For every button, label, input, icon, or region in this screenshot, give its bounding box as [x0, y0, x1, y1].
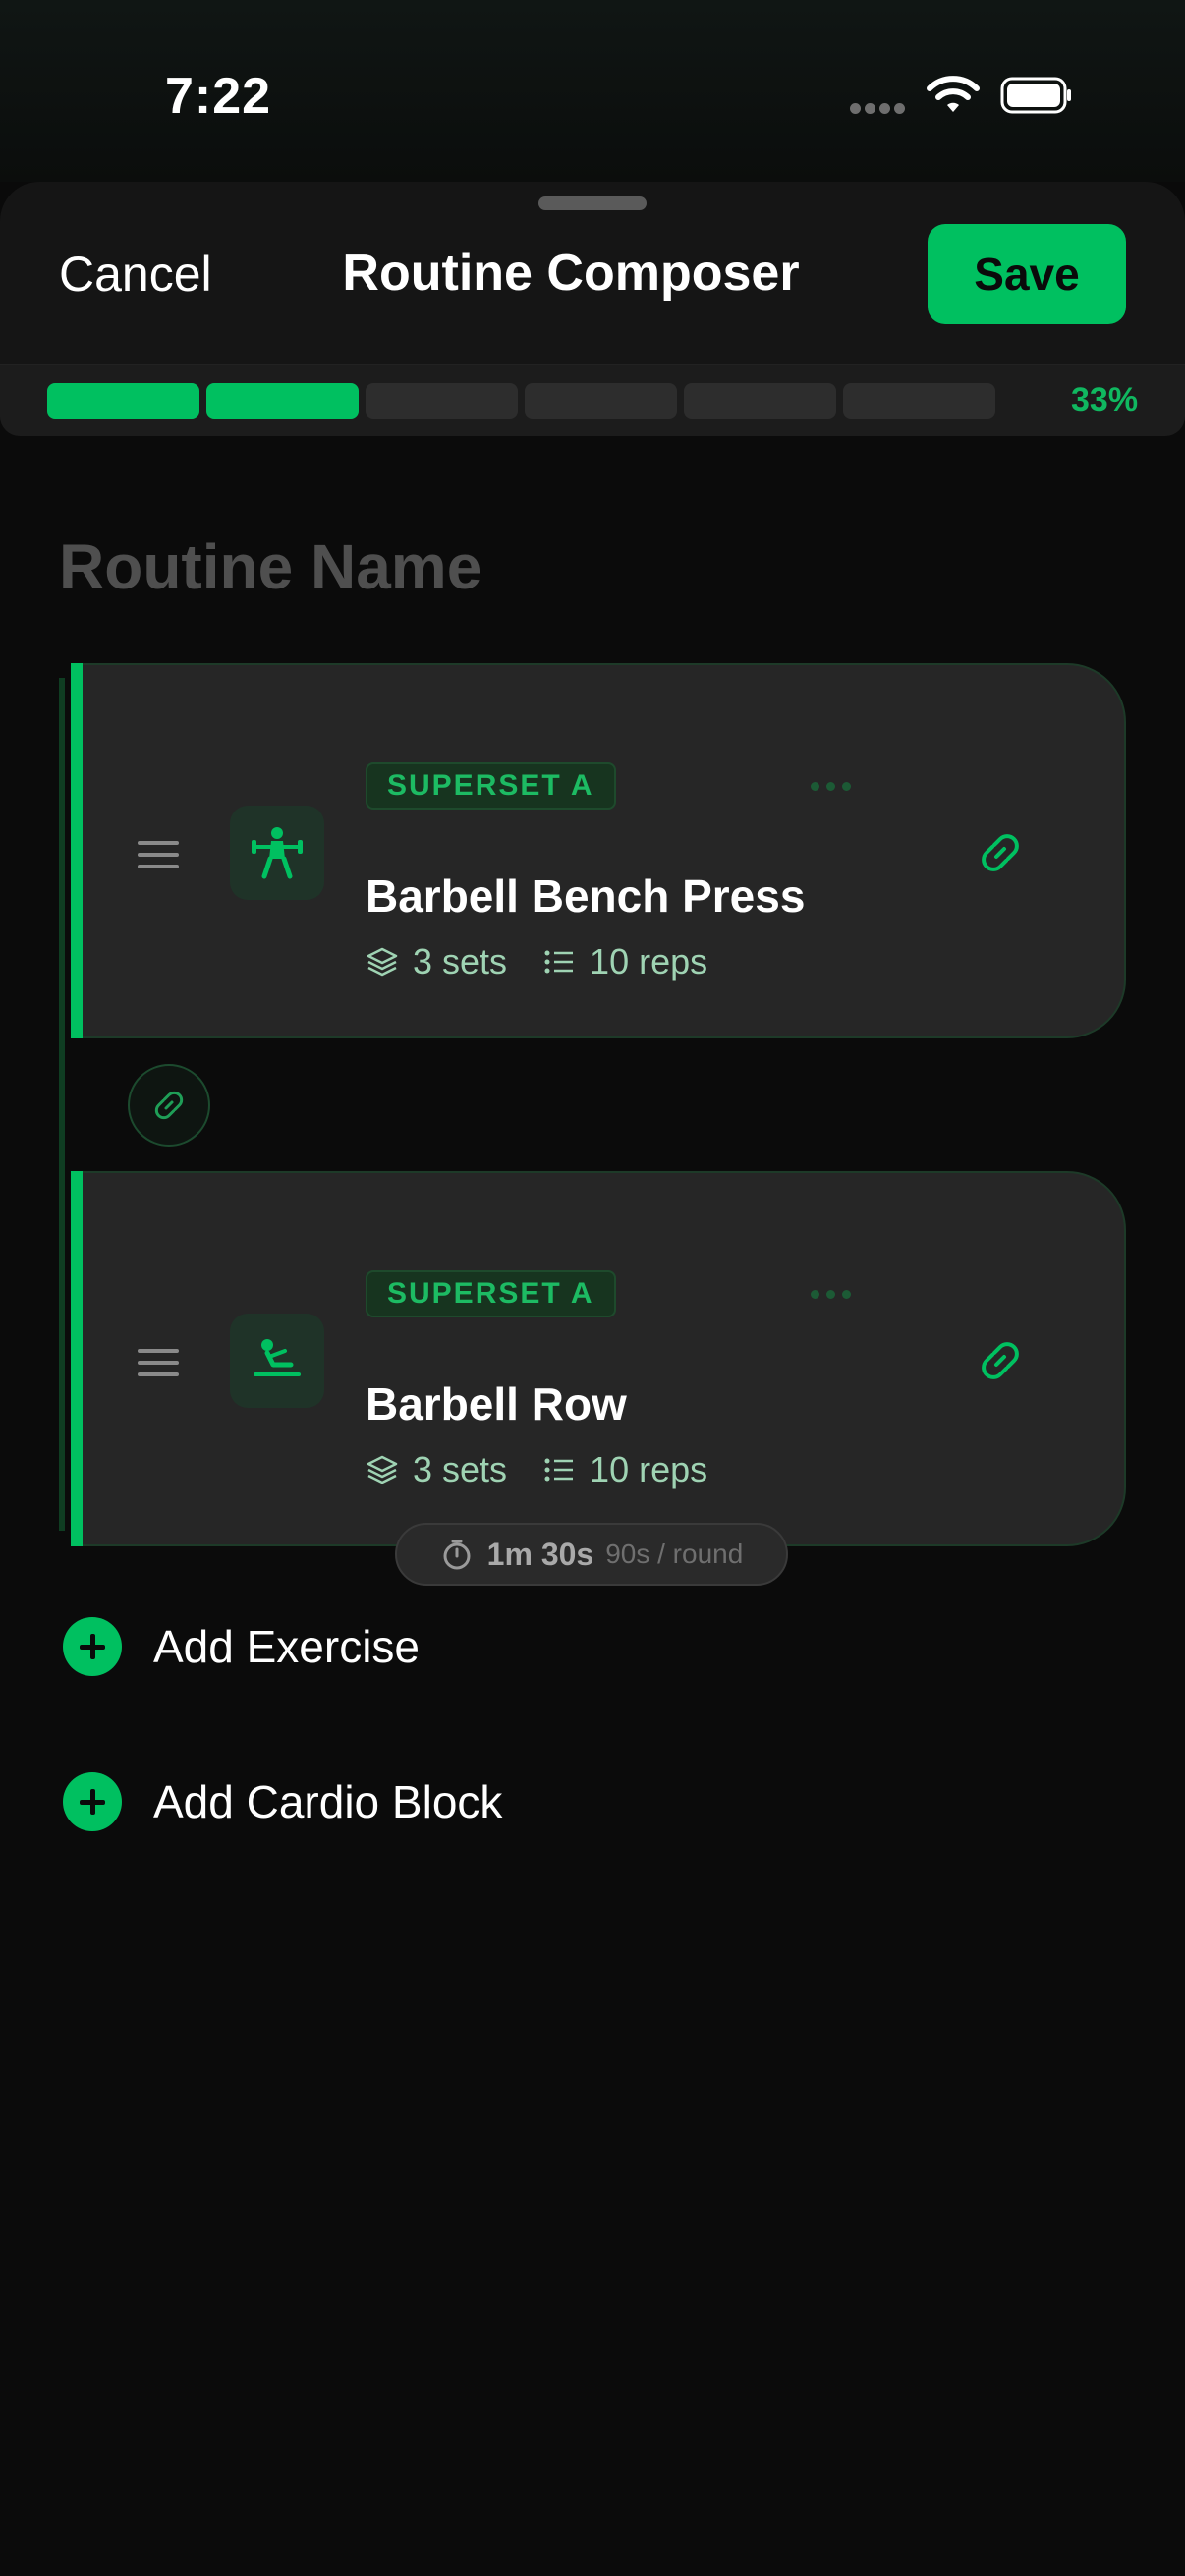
weightlifter-icon — [230, 806, 324, 900]
superset-badge: SUPERSET A — [366, 762, 616, 810]
exercise-meta: 3 sets 10 reps — [366, 941, 707, 982]
progress-segment — [525, 383, 677, 419]
plus-icon — [63, 1772, 122, 1831]
rest-timer-pill[interactable]: 1m 30s 90s / round — [395, 1523, 788, 1586]
routine-name-input[interactable]: Routine Name — [59, 531, 481, 603]
layers-icon — [367, 947, 398, 977]
progress-segment — [684, 383, 836, 419]
link-icon[interactable] — [973, 825, 1028, 880]
save-button[interactable]: Save — [928, 224, 1126, 324]
add-exercise-button[interactable]: Add Exercise — [63, 1617, 420, 1676]
exercise-sets: 3 sets — [413, 1449, 508, 1489]
wifi-icon — [927, 76, 980, 112]
superset-group-line — [59, 678, 65, 1531]
progress-segment — [47, 383, 199, 419]
more-options-icon[interactable] — [811, 782, 851, 791]
drag-handle-icon[interactable] — [138, 841, 179, 876]
battery-icon — [1000, 77, 1071, 114]
timer-icon — [443, 1540, 471, 1570]
exercise-meta: 3 sets 10 reps — [366, 1449, 707, 1490]
status-bar: 7:22 — [0, 0, 1185, 182]
rowing-icon — [230, 1314, 324, 1408]
more-options-icon[interactable] — [811, 1290, 851, 1299]
superset-badge: SUPERSET A — [366, 1270, 616, 1317]
layers-icon — [367, 1455, 398, 1484]
list-icon — [544, 950, 574, 974]
progress-segment — [366, 383, 518, 419]
progress-percent: 33% — [1071, 381, 1139, 419]
plus-icon — [63, 1617, 122, 1676]
add-cardio-button[interactable]: Add Cardio Block — [63, 1772, 502, 1831]
add-exercise-label: Add Exercise — [153, 1621, 421, 1672]
drag-handle-icon[interactable] — [138, 1349, 179, 1384]
exercise-sets: 3 sets — [413, 941, 508, 981]
sheet-grabber[interactable] — [538, 196, 647, 210]
exercise-name: Barbell Row — [366, 1378, 627, 1429]
list-icon — [544, 1458, 574, 1482]
card-accent-bar — [71, 1171, 83, 1546]
add-cardio-label: Add Cardio Block — [153, 1776, 503, 1827]
card-accent-bar — [71, 663, 83, 1038]
progress-segment — [843, 383, 995, 419]
exercise-name: Barbell Bench Press — [366, 870, 806, 922]
link-icon[interactable] — [973, 1333, 1028, 1388]
status-time: 7:22 — [165, 68, 272, 125]
exercise-reps: 10 reps — [590, 1449, 708, 1489]
link-icon — [154, 1091, 184, 1120]
superset-link-button[interactable] — [128, 1064, 210, 1147]
rest-subtitle: 90s / round — [605, 1539, 744, 1569]
rest-time: 1m 30s — [486, 1536, 594, 1572]
progress-segment — [206, 383, 359, 419]
exercise-reps: 10 reps — [590, 941, 708, 981]
